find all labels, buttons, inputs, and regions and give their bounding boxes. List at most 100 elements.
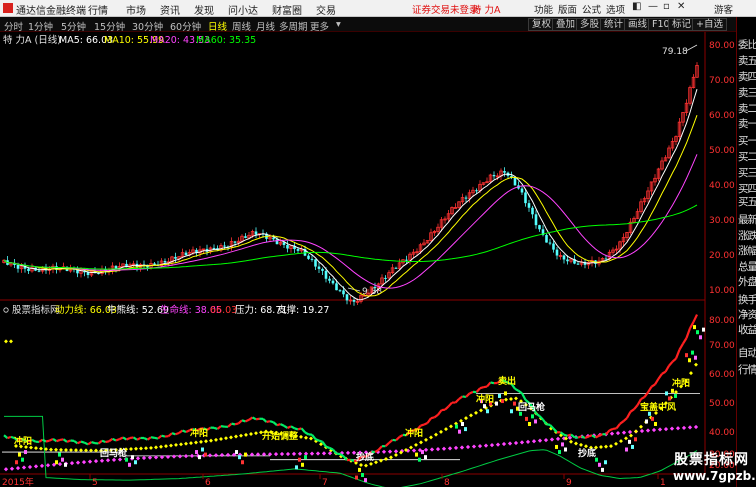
mark-button[interactable]: 标记	[668, 18, 696, 31]
period-daily[interactable]: 日线	[208, 19, 227, 33]
signal-block	[525, 416, 528, 421]
overlay-button[interactable]: 叠加	[552, 18, 580, 31]
signal-block	[685, 353, 688, 358]
signal-block	[298, 457, 301, 462]
signal-block	[61, 457, 64, 462]
menu-discover[interactable]: 发现	[194, 2, 214, 17]
candle-body	[566, 259, 569, 262]
menu-market[interactable]: 市场	[126, 2, 146, 17]
period-multi[interactable]: 多周期	[279, 19, 308, 33]
menu-trade[interactable]: 交易	[316, 2, 336, 17]
period-1min[interactable]: 1分钟	[28, 19, 53, 33]
minimize-icon[interactable]: —	[648, 1, 658, 12]
signal-block	[131, 455, 134, 460]
period-monthly[interactable]: 月线	[256, 19, 275, 33]
candle-body	[545, 235, 548, 243]
menu-options[interactable]: 选项	[606, 2, 625, 16]
ind-ytick-80: 80.00	[709, 316, 735, 326]
candle-body	[321, 268, 324, 271]
signal-block	[501, 399, 504, 404]
menu-news[interactable]: 资讯	[160, 2, 180, 17]
draw-line-button[interactable]: 画线	[624, 18, 652, 31]
power-line-segment	[287, 425, 292, 429]
power-line-segment	[483, 385, 488, 389]
power-line-segment	[479, 386, 484, 390]
candle-body	[286, 244, 289, 249]
period-more[interactable]: 更多	[310, 19, 329, 33]
power-line-segment	[423, 422, 428, 426]
menu-wealth[interactable]: 财富圈	[272, 2, 302, 17]
signal-block	[671, 388, 674, 393]
period-60min[interactable]: 60分钟	[170, 19, 201, 33]
candle-body	[345, 294, 349, 301]
power-line-segment	[245, 418, 250, 423]
power-line-segment	[91, 441, 96, 445]
menu-quotes[interactable]: 行情	[88, 2, 108, 17]
signal-block	[628, 439, 631, 444]
close-icon[interactable]: ✕	[677, 1, 685, 12]
candle-body	[37, 270, 41, 272]
signal-block	[301, 462, 304, 467]
signal-block	[631, 444, 634, 449]
adjust-button[interactable]: 复权	[528, 18, 556, 31]
signal-block	[634, 437, 637, 442]
menu-function[interactable]: 功能	[534, 2, 553, 16]
power-line-segment	[612, 427, 617, 430]
power-line-segment	[59, 438, 64, 442]
kline-chart-area[interactable]: 特 力A (日线) MA5: 66.03 MA10: 55.99 MA20: 4…	[0, 32, 736, 487]
guest-user[interactable]: 游客	[714, 2, 733, 16]
power-line-segment	[350, 458, 355, 462]
power-line-segment	[584, 435, 589, 440]
order-book-item: 涨幅	[738, 245, 756, 257]
menu-layout[interactable]: 版面	[558, 2, 577, 16]
skin-icon[interactable]: ◧	[632, 1, 641, 12]
candle-body	[338, 290, 342, 292]
power-line-segment	[115, 438, 120, 442]
login-notice[interactable]: 证券交易未登录	[412, 2, 479, 16]
menu-assistant[interactable]: 问小达	[228, 2, 258, 17]
order-book-item: 买二	[738, 151, 756, 163]
chevron-down-icon[interactable]: ▾	[336, 19, 341, 30]
period-30min[interactable]: 30分钟	[132, 19, 163, 33]
candle-body	[296, 249, 300, 251]
order-book-item: 行情	[738, 364, 756, 376]
period-5min[interactable]: 5分钟	[61, 19, 86, 33]
candle-body	[184, 252, 188, 256]
add-watchlist-button[interactable]: +自选	[692, 18, 727, 31]
ind-ytick-40: 40.00	[709, 428, 735, 438]
order-book-item: 卖四	[738, 71, 756, 83]
candle-body	[314, 259, 317, 267]
ind-ytick-60: 60.00	[709, 370, 735, 380]
main-ytick-50: 50.00	[709, 146, 735, 156]
power-line-segment	[7, 435, 12, 440]
current-stock: 特 力A	[472, 5, 501, 16]
order-book-item: 最新	[738, 214, 756, 226]
power-line-segment	[318, 439, 323, 443]
signal-block	[564, 447, 567, 452]
annotation-bottom-2: 抄底	[578, 447, 596, 459]
annotation-sell: 卖出	[498, 375, 516, 387]
candle-body	[272, 237, 275, 240]
period-weekly[interactable]: 周线	[232, 19, 251, 33]
power-line-segment	[231, 422, 236, 426]
multi-stock-button[interactable]: 多股	[576, 18, 604, 31]
signal-block	[361, 473, 364, 477]
period-15min[interactable]: 15分钟	[94, 19, 125, 33]
support-label: 支撑: 19.27	[277, 304, 329, 316]
signal-block	[355, 475, 358, 480]
period-tick[interactable]: 分时	[4, 19, 23, 33]
candle-body	[405, 259, 408, 261]
power-line-segment	[241, 419, 246, 423]
signal-block	[304, 455, 307, 460]
order-book-item: 换手	[738, 294, 756, 306]
restore-icon[interactable]: ▫	[663, 1, 670, 12]
statistics-button[interactable]: 统计	[600, 18, 628, 31]
signal-block	[651, 416, 654, 421]
signal-block	[244, 452, 247, 457]
annotation-bottom: 抄底	[356, 451, 374, 463]
main-ytick-60: 60.00	[709, 111, 735, 121]
power-line-segment	[294, 427, 299, 431]
menu-formula[interactable]: 公式	[582, 2, 601, 16]
main-ytick-40: 40.00	[709, 181, 735, 191]
signal-block	[604, 460, 607, 465]
